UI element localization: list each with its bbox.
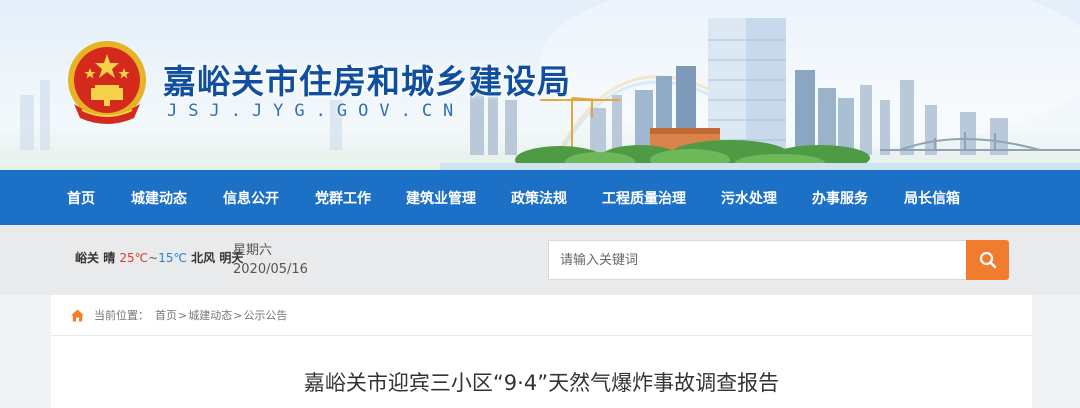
search-box xyxy=(548,240,1009,280)
nav-item-home[interactable]: 首页 xyxy=(67,188,95,208)
breadcrumb-separator: > xyxy=(233,308,243,322)
breadcrumb-separator: > xyxy=(178,308,188,322)
weather-range-separator: ~ xyxy=(148,251,159,265)
breadcrumb-urban-news[interactable]: 城建动态 xyxy=(188,307,232,323)
nav-item-quality-control[interactable]: 工程质量治理 xyxy=(602,188,686,208)
search-button[interactable] xyxy=(966,240,1009,280)
article-title: 嘉峪关市迎宾三小区“9·4”天然气爆炸事故调查报告 xyxy=(303,371,780,395)
current-date: 2020/05/16 xyxy=(233,262,308,277)
breadcrumb-home[interactable]: 首页 xyxy=(155,307,177,323)
weekday: 星期六 xyxy=(233,243,273,258)
breadcrumb-announcements[interactable]: 公示公告 xyxy=(243,307,287,323)
weather-high-temp: 25℃ xyxy=(119,251,149,265)
weather-city: 峪关 xyxy=(75,251,100,265)
nav-item-party-work[interactable]: 党群工作 xyxy=(315,188,371,208)
weather-low-temp: 15℃ xyxy=(158,251,187,265)
site-title: 嘉峪关市住房和城乡建设局 xyxy=(163,62,571,101)
date-block: 星期六 2020/05/16 xyxy=(233,241,308,279)
content-panel: 当前位置： 首页 > 城建动态 > 公示公告 嘉峪关市迎宾三小区“9·4”天然气爆炸事故… xyxy=(51,295,1032,408)
nav-item-sewage[interactable]: 污水处理 xyxy=(721,188,777,208)
breadcrumb-prefix: 当前位置： xyxy=(94,309,149,322)
nav-item-urban-news[interactable]: 城建动态 xyxy=(131,188,187,208)
weather-widget: 峪关 晴 25℃~15℃ 北风 明天 xyxy=(75,249,243,266)
weather-condition: 晴 xyxy=(103,251,116,265)
weather-wind: 北风 xyxy=(191,251,216,265)
search-input[interactable] xyxy=(548,240,968,280)
site-domain: JSJ.JYG.GOV.CN xyxy=(167,101,465,121)
main-nav: 首页 城建动态 信息公开 党群工作 建筑业管理 政策法规 工程质量治理 污水处理… xyxy=(0,170,1080,225)
national-emblem-icon xyxy=(68,41,146,124)
nav-item-construction-mgmt[interactable]: 建筑业管理 xyxy=(406,188,476,208)
nav-item-services[interactable]: 办事服务 xyxy=(812,188,868,208)
info-bar: 峪关 晴 25℃~15℃ 北风 明天 星期六 2020/05/16 xyxy=(0,225,1080,295)
breadcrumb: 当前位置： 首页 > 城建动态 > 公示公告 xyxy=(51,295,1032,336)
nav-item-policies[interactable]: 政策法规 xyxy=(511,188,567,208)
search-icon xyxy=(979,251,996,269)
header-banner: 嘉峪关市住房和城乡建设局 JSJ.JYG.GOV.CN xyxy=(0,0,1080,170)
nav-item-director-mailbox[interactable]: 局长信箱 xyxy=(904,188,960,208)
home-icon xyxy=(70,308,85,323)
nav-item-info-disclosure[interactable]: 信息公开 xyxy=(223,188,279,208)
